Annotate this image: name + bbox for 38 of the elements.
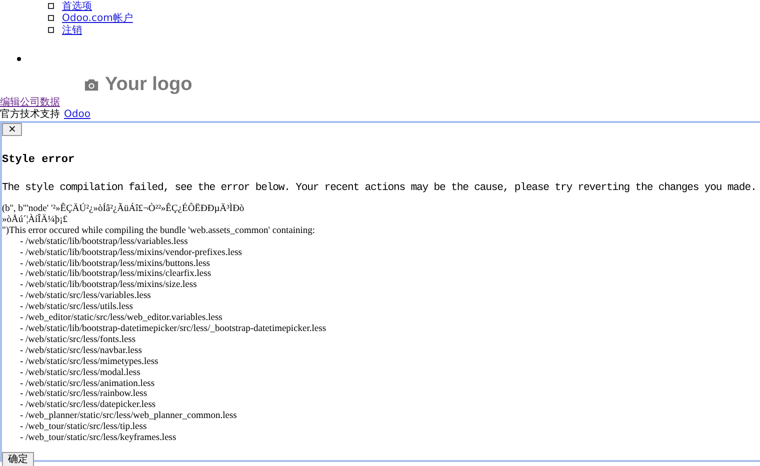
error-detail-line: »òÅú´¦ÀíÎÄ¼þ¡£	[2, 214, 68, 226]
file-path-line: - /web/static/lib/bootstrap/less/mixins/buttons.less	[19, 258, 211, 269]
file-path-line: - /web_tour/static/src/less/tip.less	[19, 422, 148, 433]
file-path-line: - /web_planner/static/src/less/web_planner_common.less	[19, 411, 238, 422]
edit-company-link[interactable]: 编辑公司数据	[0, 95, 60, 109]
close-button[interactable]: ×	[2, 123, 22, 136]
file-path-line: - /web_tour/static/src/less/keyframes.less	[19, 433, 178, 444]
menu-link[interactable]: Odoo.com帐户	[62, 11, 133, 25]
file-path-line: - /web_editor/static/src/less/web_editor.variables.less	[19, 313, 224, 324]
file-path-line: - /web/static/src/less/variables.less	[19, 291, 152, 302]
file-path-line: - /web/static/lib/bootstrap/less/variables.less	[19, 236, 189, 248]
dialog-title: Style error	[2, 154, 76, 166]
file-path-line: - /web/static/lib/bootstrap-datetimepicker/src/less/_bootstrap-datetimepicker.less	[19, 324, 328, 335]
file-path-line: - /web/static/lib/bootstrap/less/mixins/size.less	[19, 280, 198, 291]
ok-button[interactable]: 确定	[2, 452, 34, 466]
logo: Your logo	[84, 74, 760, 96]
list-bullet-icon	[48, 15, 54, 21]
menu-link[interactable]: 注销	[62, 23, 82, 37]
error-message: The style compilation failed, see the error below. Your recent actions may be the cause, please try reverting the changes you made.	[2, 182, 758, 194]
file-path-line: - /web/static/src/less/utils.less	[19, 302, 134, 313]
list-bullet-icon	[48, 27, 54, 33]
error-detail-line: (b'', b"'node' '²»ÊÇÄÚ²¿»òÍâ²¿ÃüÁî£¬Ò²²»ÊÇ¿ÉÔËÐÐµÄ³ÌÐò	[2, 204, 246, 214]
camera-icon	[84, 78, 99, 92]
file-path-line: - /web/static/lib/bootstrap/less/mixins/vendor-prefixes.less	[19, 248, 243, 259]
file-path-line: - /web/static/src/less/mimetypes.less	[19, 356, 160, 368]
support-text: 官方技术支持	[0, 108, 60, 121]
file-path-line: - /web/static/src/less/animation.less	[19, 378, 156, 389]
file-path-line: - /web/static/src/less/modal.less	[19, 368, 142, 378]
file-path-line: - /web/static/src/less/rainbow.less	[19, 389, 148, 400]
error-detail-line: ")This error occured while compiling the bundle 'web.assets_common' containing:	[2, 226, 316, 237]
list-bullet-icon	[48, 3, 54, 9]
file-path-line: - /web/static/src/less/fonts.less	[19, 334, 137, 346]
menu-link[interactable]: 首选项	[62, 0, 92, 13]
file-path-line: - /web/static/src/less/datepicker.less	[19, 400, 157, 411]
list-bullet-icon	[17, 57, 21, 61]
file-path-line: - /web/static/src/less/navbar.less	[19, 346, 143, 357]
odoo-link[interactable]: Odoo	[64, 108, 90, 120]
file-path-line: - /web/static/lib/bootstrap/less/mixins/clearfix.less	[19, 269, 212, 280]
